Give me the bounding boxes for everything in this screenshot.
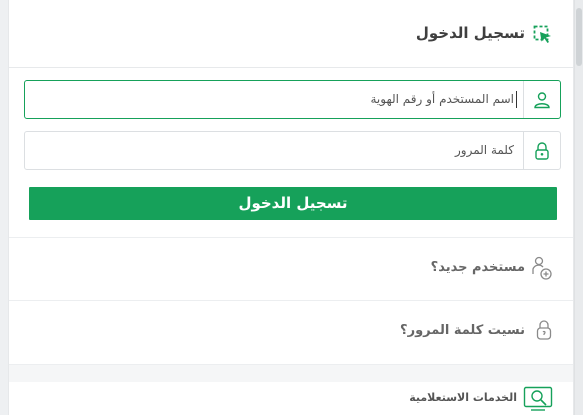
login-header: تسجيل الدخول [9, 0, 573, 68]
username-field[interactable]: اسم المستخدم أو رقم الهوية [24, 80, 561, 119]
username-placeholder: اسم المستخدم أو رقم الهوية [370, 92, 514, 106]
password-field[interactable]: كلمة المرور [24, 131, 561, 170]
scrollbar[interactable] [574, 0, 583, 415]
password-placeholder: كلمة المرور [454, 143, 514, 157]
section-divider [9, 364, 573, 384]
search-screen-icon [523, 386, 553, 415]
forgot-password-label: نسيت كلمة المرور؟ [400, 323, 525, 338]
new-user-label: مستخدم جديد؟ [430, 260, 525, 275]
lock-icon [523, 132, 560, 169]
page-title: تسجيل الدخول [415, 24, 525, 42]
login-button[interactable]: تسجيل الدخول [29, 187, 557, 220]
lock-question-icon [535, 319, 553, 345]
new-user-link[interactable]: مستخدم جديد؟ [9, 237, 573, 301]
forgot-password-link[interactable]: نسيت كلمة المرور؟ [9, 300, 573, 364]
scrollbar-thumb[interactable] [576, 8, 582, 66]
inquiry-services-link[interactable]: الخدمات الاستعلامية [9, 382, 573, 415]
inquiry-services-label: الخدمات الاستعلامية [409, 391, 517, 404]
user-icon [523, 81, 560, 118]
cursor-select-icon [533, 25, 553, 49]
login-panel: تسجيل الدخول اسم المستخدم أو رقم الهوية [8, 0, 574, 415]
text-caret [516, 91, 517, 108]
add-user-icon [531, 256, 553, 286]
